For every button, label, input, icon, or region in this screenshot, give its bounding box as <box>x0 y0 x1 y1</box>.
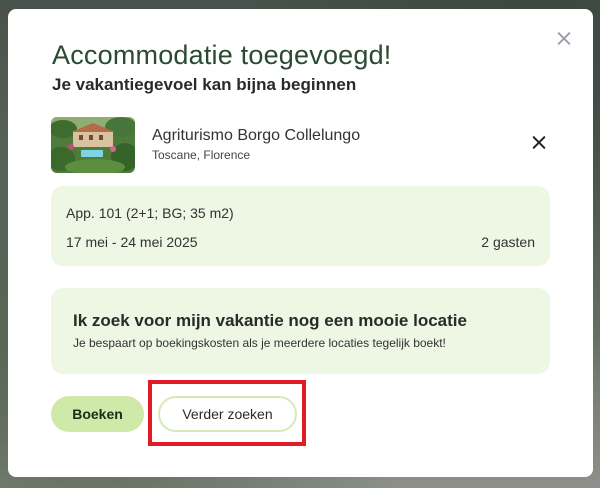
accommodation-row: Agriturismo Borgo Collelungo Toscane, Fl… <box>51 117 551 173</box>
guest-count: 2 gasten <box>481 234 535 250</box>
unit-description: App. 101 (2+1; BG; 35 m2) <box>66 205 234 221</box>
close-icon[interactable] <box>555 29 573 47</box>
accommodation-thumbnail <box>51 117 135 173</box>
modal-title: Accommodatie toegevoegd! <box>52 40 392 70</box>
booking-details-card: App. 101 (2+1; BG; 35 m2) 17 mei - 24 me… <box>51 186 550 266</box>
continue-searching-button[interactable]: Verder zoeken <box>158 396 297 432</box>
accommodation-name[interactable]: Agriturismo Borgo Collelungo <box>152 127 360 145</box>
accommodation-added-modal: Accommodatie toegevoegd! Je vakantiegevo… <box>8 9 593 477</box>
date-range: 17 mei - 24 mei 2025 <box>66 234 198 250</box>
promo-text: Je bespaart op boekingskosten als je mee… <box>73 336 446 350</box>
promo-title: Ik zoek voor mijn vakantie nog een mooie… <box>73 311 467 330</box>
modal-subtitle: Je vakantiegevoel kan bijna beginnen <box>52 75 357 94</box>
book-button[interactable]: Boeken <box>51 396 144 432</box>
remove-icon[interactable] <box>531 134 547 150</box>
accommodation-location: Toscane, Florence <box>152 148 251 162</box>
promo-card: Ik zoek voor mijn vakantie nog een mooie… <box>51 288 550 374</box>
